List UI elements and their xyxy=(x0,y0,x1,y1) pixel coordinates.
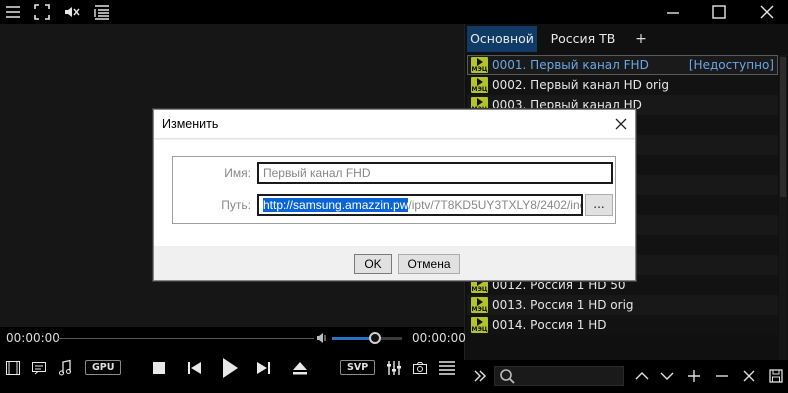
path-rest-text: /iptv/7T8KD5UY3TXLY8/2402/inc xyxy=(408,198,583,212)
channel-name: 0014. Россия 1 HD xyxy=(492,318,607,332)
menu-icon[interactable] xyxy=(4,3,22,21)
dialog-body: Имя: Первый канал FHD Путь: http://samsu… xyxy=(154,140,635,246)
path-label: Путь: xyxy=(221,198,251,212)
channel-name: 0013. Россия 1 HD orig xyxy=(492,298,634,312)
channel-row[interactable]: МЭЦ 0013. Россия 1 HD orig xyxy=(467,295,778,315)
tab-russia-tv[interactable]: Россия ТВ xyxy=(541,26,625,52)
stream-badge-icon: МЭЦ xyxy=(471,317,488,333)
remove-icon[interactable] xyxy=(714,368,730,384)
film-icon[interactable] xyxy=(5,358,21,378)
channel-name: 0001. Первый канал FHD xyxy=(492,58,649,72)
playlist-icon[interactable] xyxy=(93,3,111,21)
next-icon[interactable] xyxy=(256,358,272,378)
volume-icon[interactable] xyxy=(316,331,328,345)
camera-icon[interactable] xyxy=(412,358,428,378)
badge-text: МЭЦ xyxy=(471,306,488,313)
dialog-title: Изменить xyxy=(162,117,219,131)
minimize-icon[interactable] xyxy=(664,3,682,21)
add-tab-button[interactable]: + xyxy=(631,26,651,52)
subtitles-icon[interactable] xyxy=(31,358,47,378)
search-input[interactable] xyxy=(517,368,621,384)
channel-status: [Недоступно] xyxy=(688,58,774,72)
path-selected-text: http://samsung.amazzin.pw xyxy=(263,198,409,212)
equalizer-icon[interactable] xyxy=(386,358,402,378)
channel-name: 0002. Первый канал HD orig xyxy=(492,78,669,92)
top-bar xyxy=(0,0,788,24)
scrollbar-thumb[interactable] xyxy=(780,57,786,197)
seek-row: 00:00:00 00:00:00 xyxy=(0,327,466,349)
playlist-scrollbar[interactable] xyxy=(779,55,787,360)
gpu-button[interactable]: GPU xyxy=(85,360,122,375)
play-triangle-icon xyxy=(477,58,483,66)
badge-text: МЭЦ xyxy=(471,66,488,73)
dialog-close-icon[interactable] xyxy=(613,116,629,132)
channel-row[interactable]: МЭЦ 0014. Россия 1 HD xyxy=(467,315,778,335)
eject-icon[interactable] xyxy=(292,358,308,378)
playlist-bottom-bar xyxy=(464,360,788,393)
fields-group: Имя: Первый канал FHD Путь: http://samsu… xyxy=(172,156,616,224)
play-icon[interactable] xyxy=(221,356,239,378)
fullscreen-icon[interactable] xyxy=(33,3,51,21)
browse-button[interactable]: ... xyxy=(585,194,613,216)
stream-badge-icon: МЭЦ xyxy=(471,297,488,313)
move-down-icon[interactable] xyxy=(659,368,675,384)
channel-row[interactable]: МЭЦ 0001. Первый канал FHD [Недоступно] xyxy=(467,55,778,75)
path-field[interactable]: http://samsung.amazzin.pw/iptv/7T8KD5UY3… xyxy=(257,194,583,216)
close-icon[interactable] xyxy=(758,3,776,21)
playlist-search-box[interactable] xyxy=(494,366,624,386)
svp-button[interactable]: SVP xyxy=(340,360,376,375)
add-icon[interactable] xyxy=(686,368,702,384)
clear-icon[interactable] xyxy=(741,368,757,384)
tab-main[interactable]: Основной xyxy=(467,26,537,52)
stream-badge-icon: МЭЦ xyxy=(471,77,488,93)
playlist-toggle-icon[interactable] xyxy=(438,358,456,378)
control-bar: GPU SVP xyxy=(0,350,464,393)
playlist-tabs: Основной Россия ТВ + xyxy=(465,26,788,52)
edit-dialog: Изменить Имя: Первый канал FHD Путь: htt… xyxy=(153,109,636,281)
mute-icon[interactable] xyxy=(63,3,81,21)
search-icon xyxy=(499,368,515,384)
play-triangle-icon xyxy=(477,98,483,106)
audio-track-icon[interactable] xyxy=(57,358,73,378)
channel-row[interactable]: МЭЦ 0002. Первый канал HD orig xyxy=(467,75,778,95)
play-triangle-icon xyxy=(477,318,483,326)
badge-text: МЭЦ xyxy=(471,286,488,293)
volume-slider[interactable] xyxy=(332,332,402,344)
seek-bar[interactable] xyxy=(58,338,314,339)
badge-text: МЭЦ xyxy=(471,326,488,333)
expand-icon[interactable] xyxy=(472,368,488,384)
previous-icon[interactable] xyxy=(186,358,202,378)
stop-icon[interactable] xyxy=(152,358,166,378)
play-triangle-icon xyxy=(477,298,483,306)
maximize-icon[interactable] xyxy=(710,3,728,21)
save-icon[interactable] xyxy=(768,368,784,384)
name-field[interactable]: Первый канал FHD xyxy=(257,162,613,184)
dialog-footer: OK Отмена xyxy=(154,246,635,280)
ok-button[interactable]: OK xyxy=(354,254,392,274)
cancel-button[interactable]: Отмена xyxy=(398,254,460,274)
stream-badge-icon: МЭЦ xyxy=(471,57,488,73)
move-up-icon[interactable] xyxy=(634,368,650,384)
dialog-title-bar: Изменить xyxy=(154,110,635,139)
volume-knob[interactable] xyxy=(369,332,382,344)
time-total: 00:00:00 xyxy=(412,331,466,345)
time-current: 00:00:00 xyxy=(6,331,60,345)
name-value: Первый канал FHD xyxy=(263,166,371,180)
badge-text: МЭЦ xyxy=(471,86,488,93)
name-label: Имя: xyxy=(224,166,251,180)
play-triangle-icon xyxy=(477,78,483,86)
